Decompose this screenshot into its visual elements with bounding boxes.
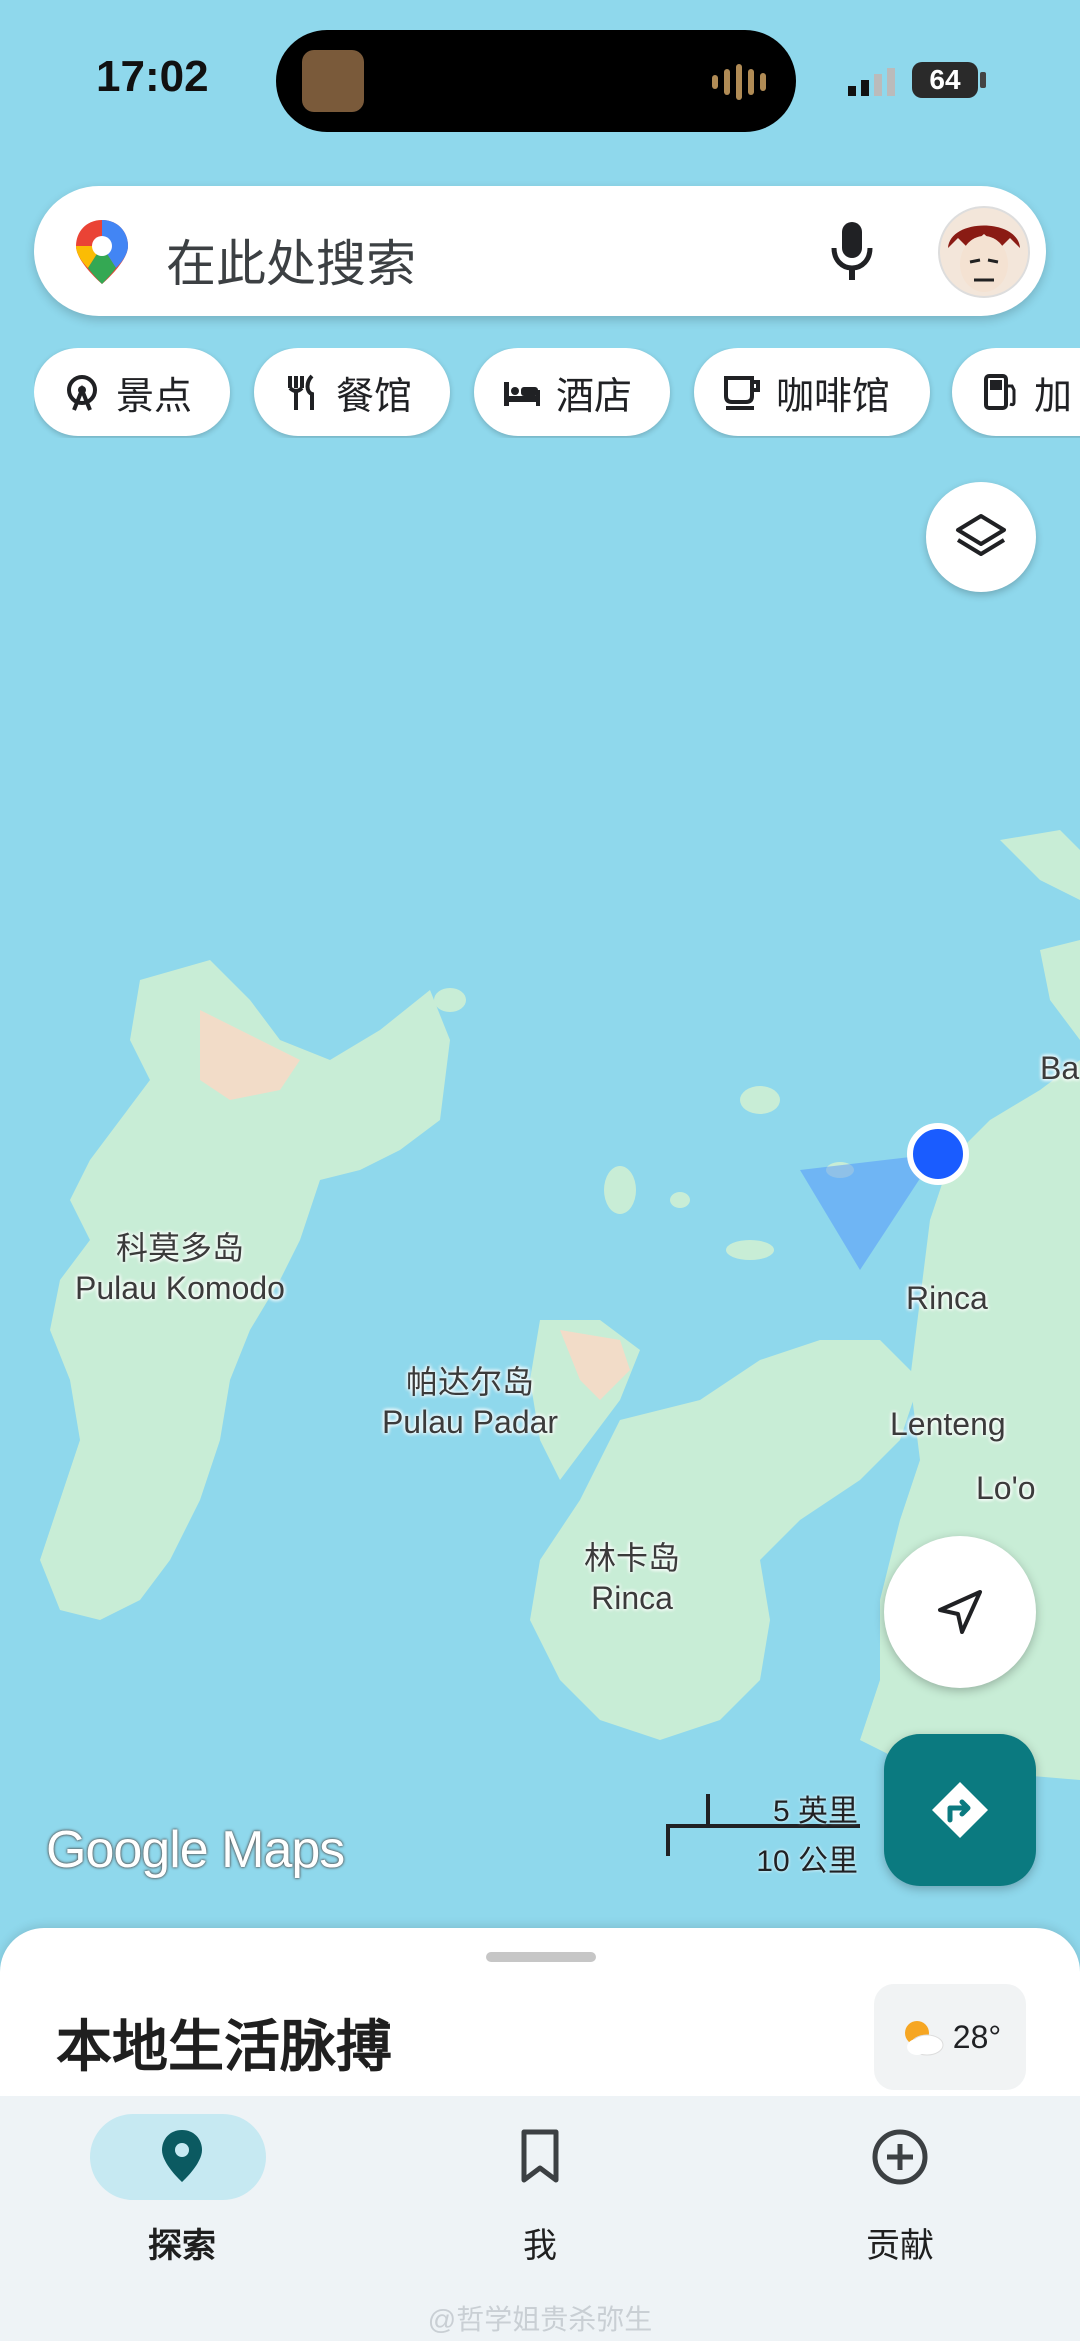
chip-label: 酒店 — [556, 375, 633, 418]
add-circle-icon — [780, 2128, 1020, 2186]
search-input[interactable]: 在此处搜索 — [166, 224, 416, 296]
label-ba[interactable]: Ba — [1040, 1048, 1079, 1088]
chip-attractions[interactable]: 景点 — [34, 348, 230, 436]
my-location-button[interactable] — [884, 1536, 1036, 1688]
google-maps-logo: Google Maps — [46, 1821, 345, 1879]
chip-cafes[interactable]: 咖啡馆 — [694, 348, 930, 436]
gas-station-icon — [984, 374, 1016, 410]
bed-icon — [504, 382, 540, 406]
sheet-drag-handle[interactable] — [486, 1952, 596, 1962]
label-lenteng[interactable]: Lenteng — [890, 1404, 1006, 1444]
directions-icon — [932, 1782, 988, 1838]
bottom-navigation: 探索 我 贡献 @哲学姐贵杀弥生 — [0, 2096, 1080, 2341]
chip-label: 咖啡馆 — [776, 375, 891, 418]
label-rinca-island[interactable]: 林卡岛 Rinca — [552, 1538, 712, 1618]
label-komodo-cn: 科莫多岛 — [115, 1230, 244, 1266]
bookmark-icon — [420, 2128, 660, 2184]
pin-icon — [62, 2128, 302, 2184]
layers-icon — [956, 514, 1006, 556]
mic-icon[interactable] — [824, 218, 880, 284]
search-bar[interactable]: 在此处搜索 — [34, 186, 1046, 316]
chip-restaurants[interactable]: 餐馆 — [254, 348, 450, 436]
navigation-arrow-icon — [938, 1590, 982, 1634]
map-scale: 5 英里 10 公里 — [664, 1782, 864, 1892]
sheet-title: 本地生活脉搏 — [56, 2015, 392, 2078]
nav-label: 贡献 — [866, 2227, 934, 2265]
category-chips: 景点 餐馆 酒店 咖啡馆 加 — [34, 348, 1080, 438]
my-location-dot — [907, 1123, 969, 1185]
weather-chip[interactable]: 28° — [874, 1984, 1026, 2090]
audio-wave-icon — [712, 64, 772, 100]
label-rinca[interactable]: Rinca — [906, 1278, 988, 1318]
chip-label: 加 — [1034, 375, 1073, 418]
chip-label: 景点 — [116, 375, 193, 418]
nav-label: 我 — [523, 2227, 557, 2265]
label-padar-cn: 帕达尔岛 — [405, 1364, 534, 1400]
partly-cloudy-icon — [904, 2021, 944, 2056]
status-time: 17:02 — [96, 52, 209, 101]
chip-hotels[interactable]: 酒店 — [474, 348, 670, 436]
nav-explore[interactable]: 探索 — [62, 2106, 302, 2276]
battery-icon: 64 — [912, 62, 978, 98]
nav-me[interactable]: 我 — [420, 2106, 660, 2276]
label-padar[interactable]: 帕达尔岛 Pulau Padar — [360, 1362, 580, 1442]
label-komodo-en: Pulau Komodo — [75, 1270, 285, 1306]
avatar[interactable] — [938, 206, 1030, 298]
label-padar-en: Pulau Padar — [381, 1404, 559, 1440]
scale-km: 10 公里 — [756, 1845, 858, 1878]
label-rinca-island-en: Rinca — [591, 1580, 673, 1616]
signal-icon — [848, 68, 895, 96]
weather-temperature: 28° — [952, 2018, 1002, 2055]
directions-button[interactable] — [884, 1734, 1036, 1886]
scale-miles: 5 英里 — [772, 1795, 858, 1828]
nav-contribute[interactable]: 贡献 — [780, 2106, 1020, 2276]
label-komodo[interactable]: 科莫多岛 Pulau Komodo — [60, 1228, 300, 1308]
watermark: @哲学姐贵杀弥生 — [427, 2304, 653, 2335]
nav-label: 探索 — [148, 2227, 216, 2265]
coffee-cup-icon — [724, 376, 760, 410]
chip-gas[interactable]: 加 — [952, 348, 1080, 436]
ferris-wheel-icon — [67, 375, 97, 411]
now-playing-artwork — [302, 50, 364, 112]
layers-button[interactable] — [926, 482, 1036, 592]
dynamic-island — [276, 30, 796, 132]
status-bar: 17:02 64 — [0, 0, 1080, 160]
label-loo[interactable]: Lo'o — [976, 1468, 1036, 1508]
battery-tip — [980, 72, 986, 88]
chip-label: 餐馆 — [336, 375, 413, 418]
fork-knife-icon — [288, 374, 314, 410]
maps-pin-icon — [76, 220, 128, 284]
label-rinca-island-cn: 林卡岛 — [583, 1540, 680, 1576]
